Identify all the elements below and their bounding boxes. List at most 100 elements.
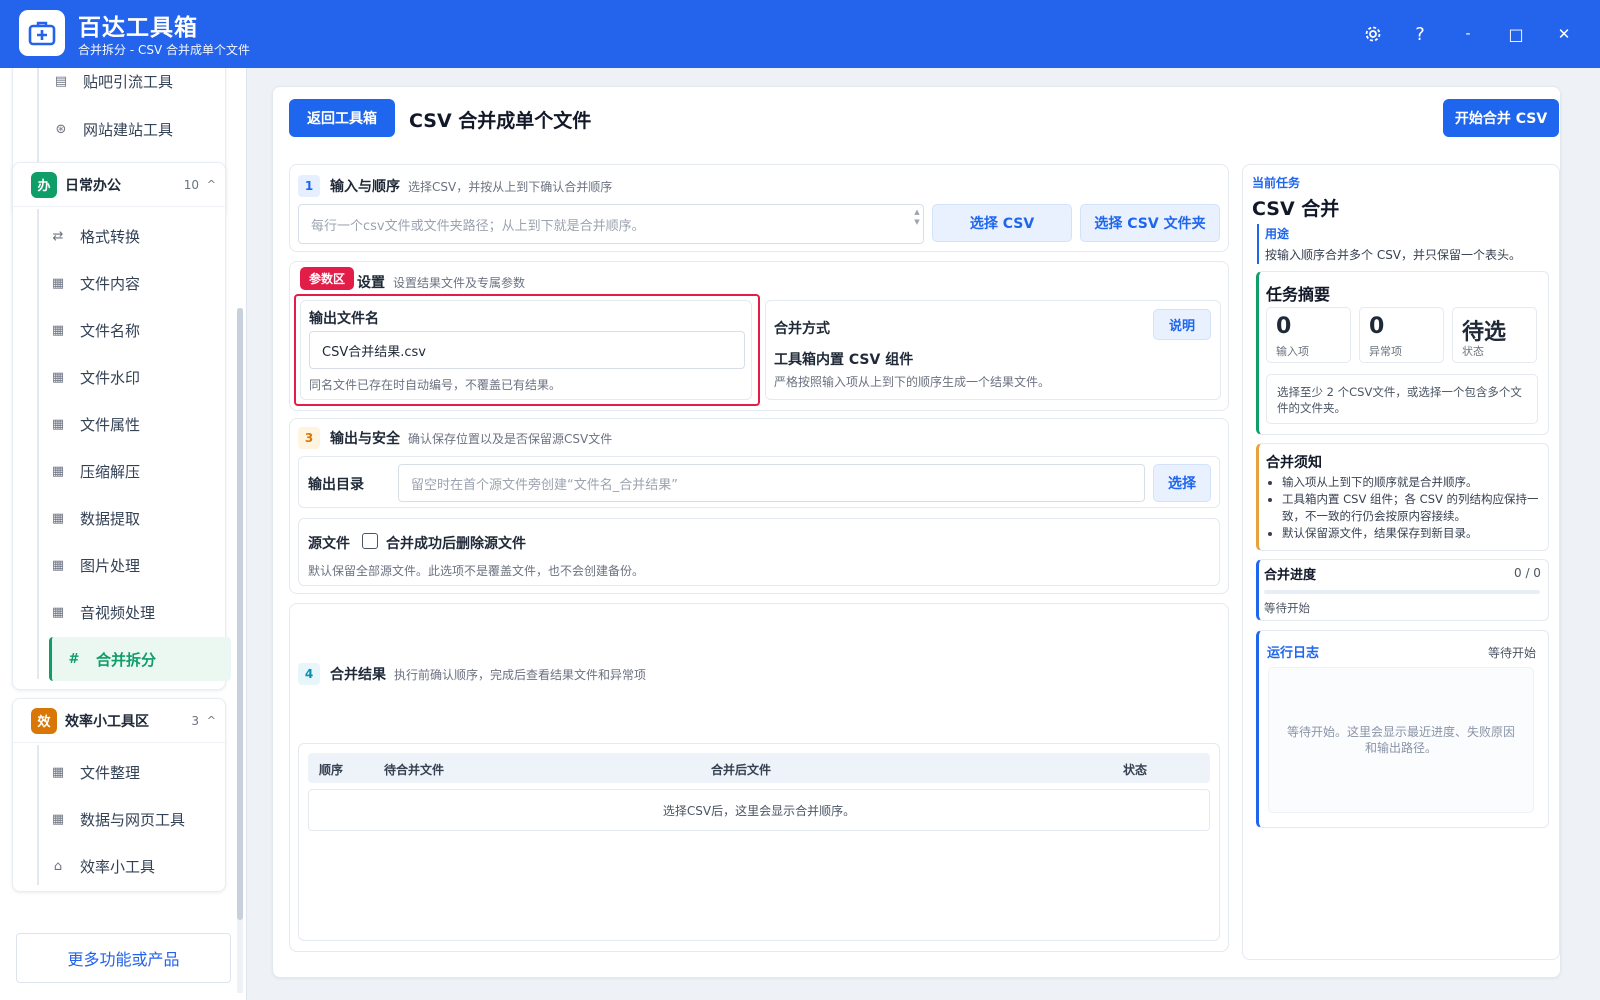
section-2-title: 设置 设置结果文件及专属参数 xyxy=(357,272,525,292)
sidebar-item-efficiency-tools[interactable]: ⌂ 效率小工具 xyxy=(36,844,226,888)
merge-mode-value: 工具箱内置 CSV 组件 xyxy=(774,352,914,368)
merge-mode-label: 合并方式 xyxy=(774,321,830,337)
sidebar-item-merge-split[interactable]: # 合并拆分 xyxy=(49,637,231,681)
sidebar-item-image[interactable]: ▦ 图片处理 xyxy=(36,543,226,587)
sidebar-item-website[interactable]: ⊛ 网站建站工具 xyxy=(39,107,229,151)
section-3-title: 3 输出与安全 确认保存位置以及是否保留源CSV文件 xyxy=(298,427,612,449)
sidebar-item-compress[interactable]: ▦ 压缩解压 xyxy=(36,449,226,493)
summary-hint: 选择至少 2 个CSV文件，或选择一个包含多个文件的文件夹。 xyxy=(1266,374,1538,424)
log-output-box[interactable]: 等待开始。这里会显示最近进度、失败原因和输出路径。 xyxy=(1268,667,1534,813)
stat-value: 0 xyxy=(1369,314,1385,339)
sidebar-item-media[interactable]: ▦ 音视频处理 xyxy=(36,590,226,634)
choose-dir-button[interactable]: 选择 xyxy=(1153,464,1211,502)
section-1-title: 1 输入与顺序 选择CSV，并按从上到下确认合并顺序 xyxy=(298,175,612,197)
grid-icon: ▦ xyxy=(51,764,65,780)
maximize-icon[interactable]: □ xyxy=(1502,20,1530,48)
section-title-text: 输入与顺序 xyxy=(330,179,400,195)
csv-paths-textarea[interactable]: 每行一个csv文件或文件夹路径；从上到下就是合并顺序。 xyxy=(298,204,924,244)
sidebar-group-office: 办 日常办公 10 ^ ⇄ 格式转换 ▦ 文件内容 ▦ 文件名称 ▦ 文件水印 ▦ 文件属… xyxy=(12,162,231,690)
output-filename-input[interactable]: CSV合并结果.csv xyxy=(309,331,745,369)
summary-title: 任务摘要 xyxy=(1266,285,1331,304)
log-status: 等待开始 xyxy=(1488,646,1537,660)
section-desc: 确认保存位置以及是否保留源CSV文件 xyxy=(408,431,613,446)
sidebar-item-label: 文件整理 xyxy=(80,763,141,782)
app-title: 百达工具箱 xyxy=(78,15,198,41)
globe-icon: ⊛ xyxy=(55,121,67,137)
explain-button[interactable]: 说明 xyxy=(1153,309,1211,340)
hash-icon: # xyxy=(68,651,80,667)
stat-label: 状态 xyxy=(1462,345,1484,358)
merge-mode-hint: 严格按照输入项从上到下的顺序生成一个结果文件。 xyxy=(774,375,1051,389)
grid-icon: ▦ xyxy=(51,275,65,291)
start-merge-button[interactable]: 开始合并 CSV xyxy=(1443,99,1559,137)
sidebar-item-data-web[interactable]: ▦ 数据与网页工具 xyxy=(36,797,226,841)
sidebar-item-attributes[interactable]: ▦ 文件属性 xyxy=(36,402,226,446)
sidebar-item-label: 数据提取 xyxy=(80,509,141,528)
col-status: 状态 xyxy=(1123,763,1148,777)
app-subtitle: 合并拆分 - CSV 合并成单个文件 xyxy=(78,43,250,57)
stat-value: 待选 xyxy=(1462,320,1507,345)
note-item: 工具箱内置 CSV 组件；各 CSV 的列结构应保持一致，不一致的行仍会按原内容… xyxy=(1282,491,1542,525)
log-title: 运行日志 xyxy=(1267,646,1320,661)
select-csv-button[interactable]: 选择 CSV xyxy=(932,204,1072,242)
group-badge: 办 xyxy=(31,171,57,198)
sidebar-item-watermark[interactable]: ▦ 文件水印 xyxy=(36,355,226,399)
sidebar-scrollbar[interactable] xyxy=(237,308,243,993)
sidebar-item-label: 合并拆分 xyxy=(96,650,157,669)
source-file-hint: 默认保留全部源文件。此选项不是覆盖文件，也不会创建备份。 xyxy=(308,564,645,578)
chevron-up-icon[interactable]: ^ xyxy=(207,714,216,727)
scrollbar-thumb[interactable] xyxy=(237,308,243,920)
sidebar-item-format[interactable]: ⇄ 格式转换 xyxy=(36,214,226,258)
group-name: 日常办公 xyxy=(65,177,121,194)
param-area-tag: 参数区 xyxy=(300,267,355,290)
sidebar-item-label: 音视频处理 xyxy=(80,603,156,622)
delete-source-label[interactable]: 合并成功后删除源文件 xyxy=(386,533,526,553)
sidebar-item-organize[interactable]: ▦ 文件整理 xyxy=(36,750,226,794)
sidebar-item-filename[interactable]: ▦ 文件名称 xyxy=(36,308,226,352)
settings-gear-icon[interactable] xyxy=(1359,20,1387,48)
note-item: 默认保留源文件，结果保存到新目录。 xyxy=(1282,525,1542,542)
back-to-toolbox-button[interactable]: 返回工具箱 xyxy=(289,99,395,137)
more-products-button[interactable]: 更多功能或产品 xyxy=(16,933,231,983)
sidebar-group-efficiency: 效 效率小工具区 3 ^ ▦ 文件整理 ▦ 数据与网页工具 ⌂ 效率小工具 xyxy=(12,698,227,892)
col-source: 待合并文件 xyxy=(384,763,445,777)
use-text: 按输入顺序合并多个 CSV，并只保留一个表头。 xyxy=(1265,248,1522,262)
select-csv-folder-button[interactable]: 选择 CSV 文件夹 xyxy=(1080,204,1220,242)
output-filename-label: 输出文件名 xyxy=(309,311,379,327)
sidebar-item-label: 压缩解压 xyxy=(80,462,141,481)
sidebar-item-label: 效率小工具 xyxy=(80,857,156,876)
col-result: 合并后文件 xyxy=(711,763,772,777)
sidebar-item-extract[interactable]: ▦ 数据提取 xyxy=(36,496,226,540)
progress-count: 0 / 0 xyxy=(1514,566,1541,580)
stat-input-count: 0 输入项 xyxy=(1266,307,1351,363)
section-4-title: 4 合并结果 执行前确认顺序，完成后查看结果文件和异常项 xyxy=(298,663,646,685)
minimize-icon[interactable]: - xyxy=(1454,20,1482,48)
help-icon[interactable]: ? xyxy=(1406,20,1434,48)
output-dir-label: 输出目录 xyxy=(308,477,364,493)
stat-label: 输入项 xyxy=(1276,345,1309,358)
source-file-label: 源文件 xyxy=(308,536,350,552)
group-header-office[interactable]: 办 日常办公 10 ^ xyxy=(13,163,227,207)
sidebar-item-label: 数据与网页工具 xyxy=(80,810,186,829)
group-badge: 效 xyxy=(31,707,57,734)
grid-icon: ▦ xyxy=(51,463,65,479)
step-badge: 1 xyxy=(298,175,320,197)
close-icon[interactable]: ✕ xyxy=(1550,20,1578,48)
textarea-scroll-arrows[interactable]: ▲ ▼ xyxy=(913,207,921,241)
sidebar-item-content[interactable]: ▦ 文件内容 xyxy=(36,261,226,305)
doc-icon: ▤ xyxy=(54,73,68,89)
group-header-efficiency[interactable]: 效 效率小工具区 3 ^ xyxy=(13,699,227,743)
group-count: 10 xyxy=(183,177,199,192)
chevron-up-icon[interactable]: ^ xyxy=(207,178,216,191)
output-dir-input[interactable]: 留空时在首个源文件旁创建“文件名_合并结果” xyxy=(398,464,1145,502)
sidebar-item-label: 贴吧引流工具 xyxy=(83,72,174,91)
step-badge: 4 xyxy=(298,663,320,685)
grid-icon: ▦ xyxy=(51,369,65,385)
output-filename-hint: 同名文件已存在时自动编号，不覆盖已有结果。 xyxy=(309,378,562,392)
stat-error-count: 0 异常项 xyxy=(1359,307,1444,363)
section-title-text: 设置 xyxy=(357,275,385,291)
delete-source-checkbox[interactable] xyxy=(362,533,378,549)
sidebar-item-tieba[interactable]: ▤ 贴吧引流工具 xyxy=(39,68,229,103)
section-desc: 执行前确认顺序，完成后查看结果文件和异常项 xyxy=(394,667,647,682)
current-task-title: CSV 合并 xyxy=(1252,198,1340,220)
